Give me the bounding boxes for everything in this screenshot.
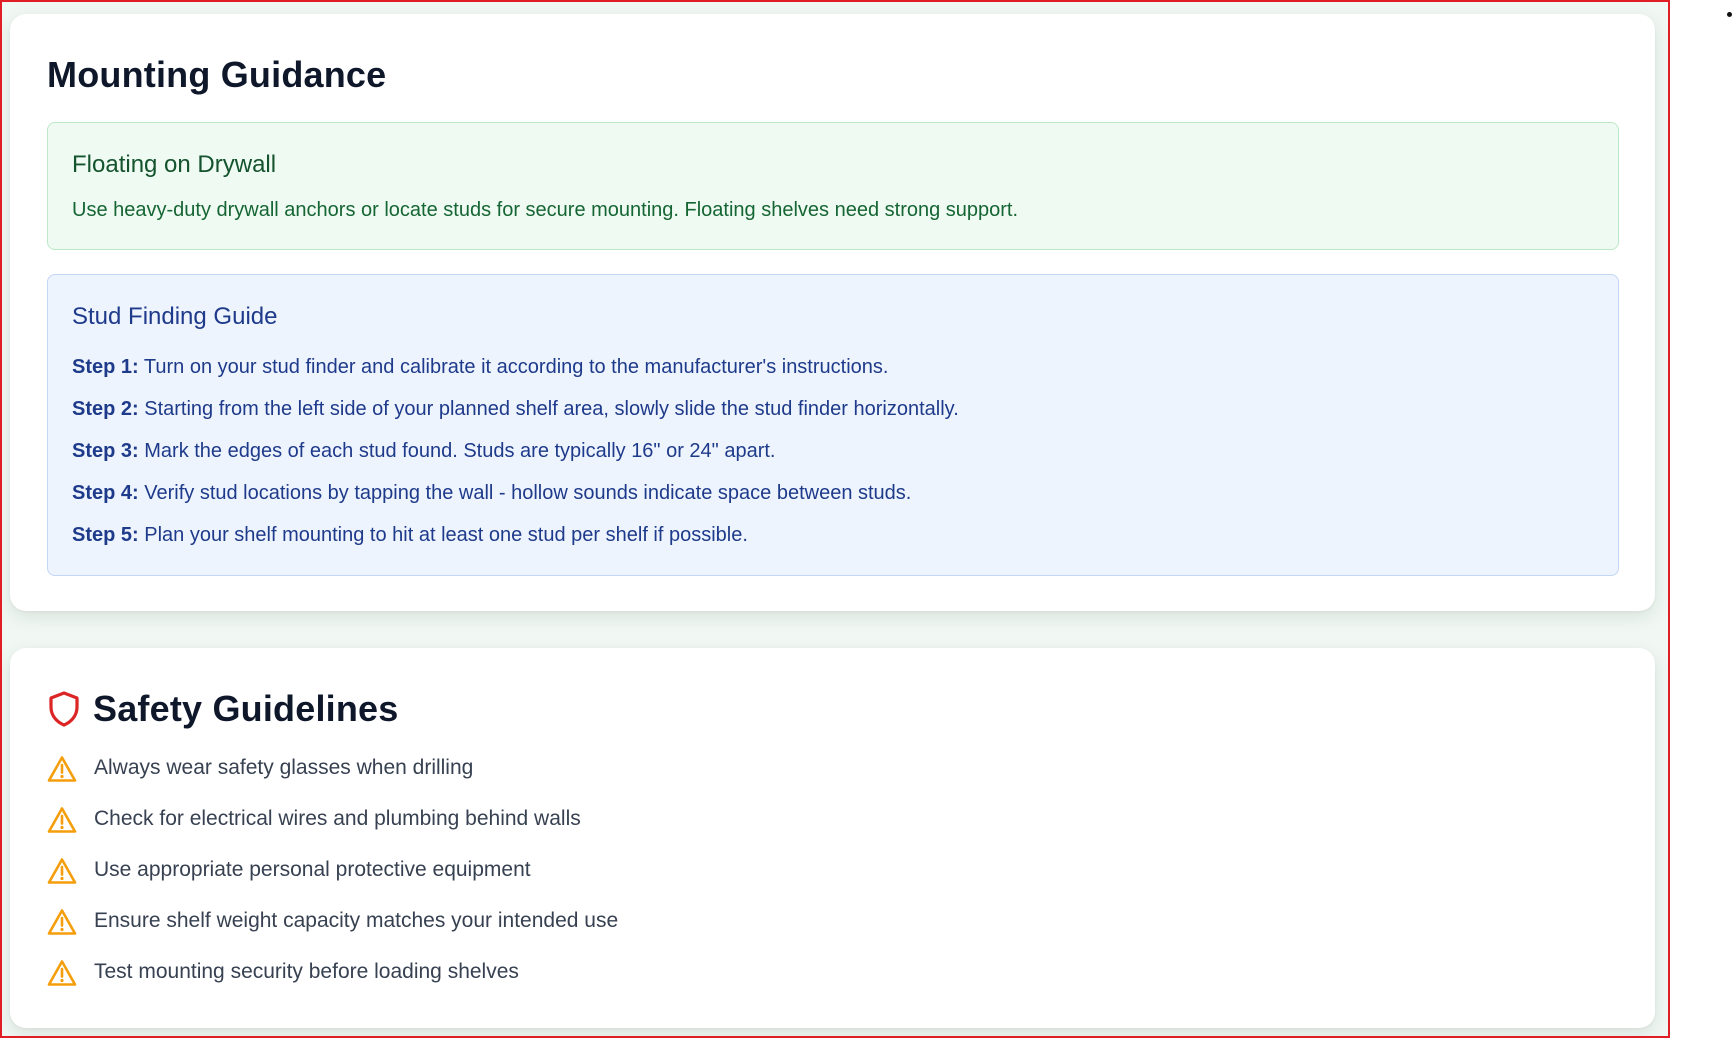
step-label: Step 1: xyxy=(72,356,139,378)
step-text: Starting from the left side of your plan… xyxy=(138,398,959,420)
warning-icon xyxy=(47,806,77,834)
step-label: Step 4: xyxy=(72,482,139,504)
warning-icon xyxy=(47,755,77,783)
warning-icon xyxy=(47,908,77,936)
stray-dot xyxy=(1727,12,1732,17)
safety-item: Test mounting security before loading sh… xyxy=(47,960,618,1011)
step-text: Mark the edges of each stud found. Studs… xyxy=(138,440,776,462)
safety-item-text: Test mounting security before loading sh… xyxy=(94,960,519,983)
step-text: Turn on your stud finder and calibrate i… xyxy=(138,356,889,378)
step-label: Step 5: xyxy=(72,524,139,546)
stud-guide-step: Step 4: Verify stud locations by tapping… xyxy=(72,479,959,521)
mounting-guidance-title: Mounting Guidance xyxy=(47,54,387,95)
safety-item: Always wear safety glasses when drilling xyxy=(47,756,618,807)
step-label: Step 2: xyxy=(72,398,139,420)
safety-header: Safety Guidelines xyxy=(47,688,399,730)
step-label: Step 3: xyxy=(72,440,139,462)
stud-guide-step: Step 5: Plan your shelf mounting to hit … xyxy=(72,521,959,563)
safety-guidelines-card: Safety Guidelines Always wear safety gla… xyxy=(10,648,1655,1028)
stud-guide-steps: Step 1: Turn on your stud finder and cal… xyxy=(72,353,959,563)
safety-item-text: Ensure shelf weight capacity matches you… xyxy=(94,909,619,932)
safety-item: Ensure shelf weight capacity matches you… xyxy=(47,909,618,960)
stud-guide-step: Step 3: Mark the edges of each stud foun… xyxy=(72,437,959,479)
safety-item-text: Check for electrical wires and plumbing … xyxy=(94,807,581,830)
drywall-panel-text: Use heavy-duty drywall anchors or locate… xyxy=(72,199,1019,221)
safety-item: Use appropriate personal protective equi… xyxy=(47,858,618,909)
warning-icon xyxy=(47,857,77,885)
step-text: Plan your shelf mounting to hit at least… xyxy=(138,524,748,546)
safety-item: Check for electrical wires and plumbing … xyxy=(47,807,618,858)
safety-item-text: Use appropriate personal protective equi… xyxy=(94,858,531,881)
drywall-panel: Floating on Drywall Use heavy-duty drywa… xyxy=(47,122,1619,250)
warning-icon xyxy=(47,959,77,987)
drywall-panel-title: Floating on Drywall xyxy=(72,151,277,178)
stud-guide-step: Step 2: Starting from the left side of y… xyxy=(72,395,959,437)
page-viewport: Mounting Guidance Floating on Drywall Us… xyxy=(0,0,1670,1038)
stud-guide-panel: Stud Finding Guide Step 1: Turn on your … xyxy=(47,274,1619,576)
safety-list: Always wear safety glasses when drilling… xyxy=(47,756,618,1011)
mounting-guidance-card: Mounting Guidance Floating on Drywall Us… xyxy=(10,14,1655,611)
step-text: Verify stud locations by tapping the wal… xyxy=(138,482,912,504)
stud-guide-step: Step 1: Turn on your stud finder and cal… xyxy=(72,353,959,395)
safety-item-text: Always wear safety glasses when drilling xyxy=(94,756,474,779)
shield-icon xyxy=(47,690,81,728)
safety-guidelines-title: Safety Guidelines xyxy=(93,688,399,729)
stud-guide-title: Stud Finding Guide xyxy=(72,303,278,330)
